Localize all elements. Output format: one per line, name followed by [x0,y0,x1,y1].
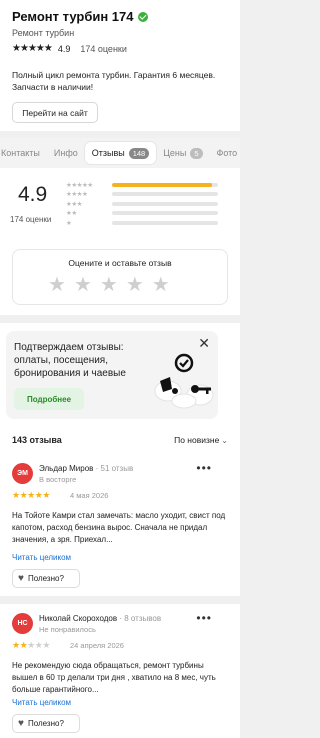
place-title: Ремонт турбин 174 [12,9,134,24]
sort-dropdown[interactable]: По новизне ⌄ [174,435,228,445]
tab-4[interactable]: Фото [210,142,241,164]
useful-label: Полезно? [27,719,64,728]
rate-star-5-icon[interactable]: ★ [152,274,170,296]
summary-rating-count: 174 оценки [10,215,52,224]
header-rating-count: 174 оценки [80,43,127,54]
star-icon: ★ [27,640,35,650]
distribution-stars-icon: ★★★ [66,200,82,208]
read-more-link[interactable]: Читать целиком [12,698,71,707]
rating-stars-icon: ★★★★★ [12,43,53,54]
tabs: Контакты Инфо Отзывы 148 Цены 5 Фото [0,138,240,168]
promo-text: Подтверждаем отзывы: оплаты, посещения, … [14,342,126,379]
review-text: Не рекомендую сюда обращаться, ремонт ту… [12,661,216,694]
verified-icon [137,11,148,22]
distribution-row: ★★★★★ [66,180,218,190]
star-icon: ★ [12,490,20,500]
promo-more-button[interactable]: Подробнее [14,388,84,410]
review-mood: В восторге [39,475,77,484]
rating-distribution: ★★★★★ ★★★★ ★★★ ★★ ★ [66,180,218,228]
distribution-bar [112,201,218,206]
chevron-down-icon: ⌄ [221,436,228,445]
tab-2[interactable]: Отзывы 148 [84,142,157,164]
tab-label: Фото [216,148,238,158]
useful-button[interactable]: ♥ Полезно? [12,569,80,588]
tab-label: Цены [163,148,187,158]
header-rating-value: 4.9 [57,43,71,54]
review-stars: ★★★★★ [12,490,50,501]
leave-review-title: Оцените и оставьте отзыв [68,258,172,268]
verified-reviews-illustration-icon [154,353,214,409]
rate-star-4-icon[interactable]: ★ [126,274,144,296]
sort-label: По новизне [174,435,220,445]
distribution-bar [112,192,218,197]
promo-card: Подтверждаем отзывы: оплаты, посещения, … [0,323,240,427]
distribution-stars-icon: ★★★★★ [66,181,93,189]
read-more-link[interactable]: Читать целиком [12,553,71,562]
distribution-bar-fill [112,182,212,187]
rate-star-2-icon[interactable]: ★ [74,274,92,296]
review-author-line: Эльдар Миров · 51 отзыв [39,464,133,473]
review-stars: ★★★★★ [12,640,50,651]
distribution-stars-icon: ★★★★ [66,191,88,199]
tabs-bar: Контакты Инфо Отзывы 148 Цены 5 Фото [0,138,240,168]
distribution-row: ★★ [66,209,218,219]
leave-review-box: Оцените и оставьте отзыв ★ ★ ★ ★ ★ [12,249,228,305]
tab-label: Контакты [1,148,40,158]
review-author[interactable]: Николай Скороходов [39,614,117,623]
promo-banner: Подтверждаем отзывы: оплаты, посещения, … [6,331,218,419]
rate-star-3-icon[interactable]: ★ [100,274,118,296]
place-header: Ремонт турбин 174 Ремонт турбин ★★★★★ 4.… [0,0,240,131]
more-options-icon[interactable]: ••• [196,462,212,474]
tab-1[interactable]: Инфо [47,142,85,164]
distribution-row: ★ [66,218,218,228]
more-options-icon[interactable]: ••• [196,612,212,624]
review-author[interactable]: Эльдар Миров [39,464,93,473]
rate-star-1-icon[interactable]: ★ [48,274,66,296]
heart-icon: ♥ [18,718,24,729]
review-item: ЭМ Эльдар Миров · 51 отзыв В восторге ••… [0,462,240,593]
tab-label: Отзывы [91,148,125,158]
star-icon: ★ [27,490,35,500]
review-author-meta: · 8 отзывов [117,614,162,623]
place-category: Ремонт турбин [12,28,75,38]
distribution-row: ★★★★ [66,190,218,200]
close-icon[interactable]: ✕ [198,336,210,350]
tab-0[interactable]: Контакты [0,142,47,164]
review-divider [0,596,240,604]
review-mood: Не понравилось [39,625,96,634]
tab-label: Инфо [53,148,78,158]
reviews-count: 143 отзыва [12,435,62,445]
distribution-bar [112,211,218,216]
useful-button[interactable]: ♥ Полезно? [12,714,80,733]
header-rating[interactable]: ★★★★★ 4.9 174 оценки [12,43,127,54]
review-date: 4 мая 2026 [70,491,109,500]
summary-rating-value: 4.9 [18,183,48,206]
star-icon: ★ [42,490,50,500]
go-to-site-button[interactable]: Перейти на сайт [12,102,98,123]
review-author-meta: · 51 отзыв [93,464,134,473]
distribution-row: ★★★ [66,199,218,209]
tab-badge: 148 [128,147,150,159]
leave-review-stars: ★ ★ ★ ★ ★ [48,274,170,296]
distribution-bar [112,182,218,187]
title-row: Ремонт турбин 174 [12,9,148,24]
tab-badge: 5 [190,147,203,159]
avatar[interactable]: НС [12,613,33,634]
star-icon: ★ [12,640,20,650]
review-author-line: Николай Скороходов · 8 отзывов [39,614,161,623]
review-item: НС Николай Скороходов · 8 отзывов Не пон… [0,612,240,738]
heart-icon: ♥ [18,573,24,584]
star-icon: ★ [42,640,50,650]
distribution-bar [112,220,218,225]
review-date: 24 апреля 2026 [70,641,124,650]
useful-label: Полезно? [27,574,64,583]
review-text: На Тойоте Камри стал замечать: масло ухо… [12,511,226,544]
distribution-stars-icon: ★★ [66,210,77,218]
reviews-section: 143 отзыва По новизне ⌄ ЭМ Эльдар Миров ·… [0,427,240,738]
avatar[interactable]: ЭМ [12,463,33,484]
rating-summary: 4.9 174 оценки ★★★★★ ★★★★ ★★★ ★★ ★ Оцените и… [0,168,240,315]
distribution-stars-icon: ★ [66,219,72,227]
tab-3[interactable]: Цены 5 [156,142,209,164]
place-description: Полный цикл ремонта турбин. Гарантия 6 м… [12,70,216,92]
